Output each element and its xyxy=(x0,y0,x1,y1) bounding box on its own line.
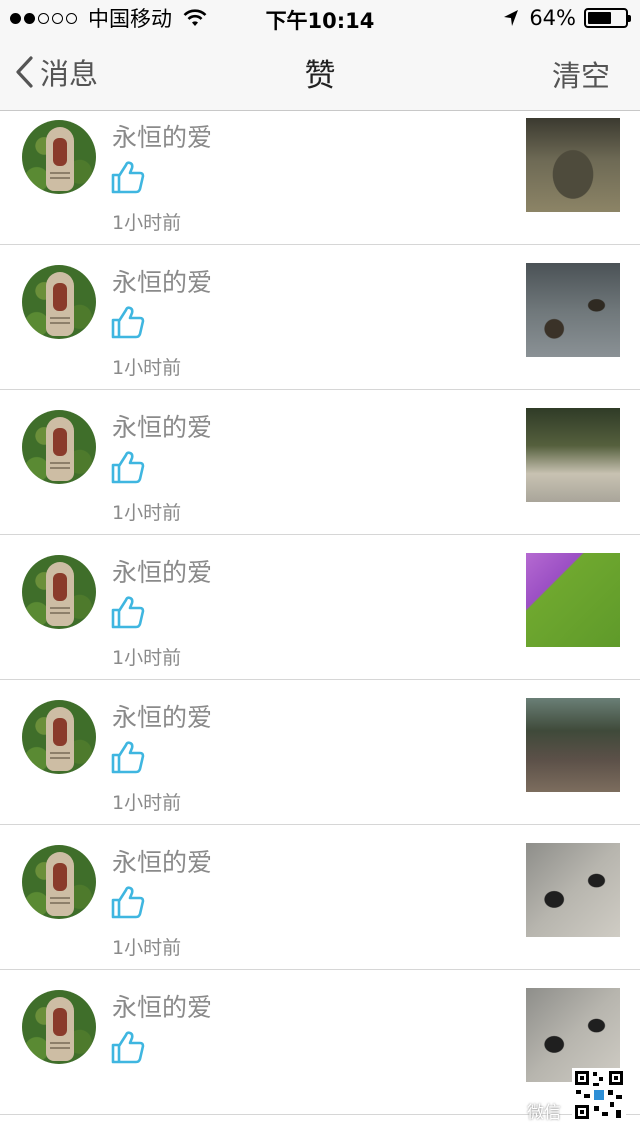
timestamp: 1小时前 xyxy=(112,792,182,814)
avatar-stone-mark xyxy=(53,1008,67,1036)
navigation-bar: 消息 赞 清空 xyxy=(0,36,640,111)
thumbs-up-icon xyxy=(111,1031,145,1064)
timestamp: 1小时前 xyxy=(112,502,182,524)
qr-code-icon xyxy=(572,1068,626,1122)
avatar-stone-mark xyxy=(53,428,67,456)
avatar-stone-line xyxy=(50,752,70,754)
avatar-stone-mark xyxy=(53,718,67,746)
clear-button[interactable]: 清空 xyxy=(552,53,610,95)
avatar[interactable] xyxy=(22,120,96,194)
post-thumbnail[interactable] xyxy=(526,553,620,647)
avatar-stone-line xyxy=(50,322,70,324)
post-thumbnail[interactable] xyxy=(526,843,620,937)
thumbs-up-icon xyxy=(111,161,145,194)
user-name[interactable]: 永恒的爱 xyxy=(112,408,212,444)
post-thumbnail[interactable] xyxy=(526,118,620,212)
list-item[interactable]: 永恒的爱 xyxy=(0,970,640,1115)
post-thumbnail[interactable] xyxy=(526,263,620,357)
avatar[interactable] xyxy=(22,845,96,919)
timestamp: 1小时前 xyxy=(112,357,182,379)
thumbs-up-icon xyxy=(111,596,145,629)
user-name[interactable]: 永恒的爱 xyxy=(112,843,212,879)
avatar[interactable] xyxy=(22,265,96,339)
battery-percent: 64% xyxy=(529,6,576,30)
avatar-stone-line xyxy=(50,467,70,469)
avatar-stone-line xyxy=(50,317,70,319)
back-button[interactable]: 消息 xyxy=(14,54,99,91)
back-label: 消息 xyxy=(40,57,99,91)
avatar-stone-line xyxy=(50,607,70,609)
avatar-stone-mark xyxy=(53,138,67,166)
avatar-stone-line xyxy=(50,897,70,899)
timestamp: 1小时前 xyxy=(112,212,182,234)
avatar-stone-line xyxy=(50,902,70,904)
location-arrow-icon xyxy=(504,10,519,26)
avatar-stone-mark xyxy=(53,863,67,891)
battery-icon xyxy=(584,8,631,28)
user-name[interactable]: 永恒的爱 xyxy=(112,698,212,734)
avatar-stone-line xyxy=(50,757,70,759)
battery-fill xyxy=(588,12,612,24)
thumbs-up-icon xyxy=(111,306,145,339)
list-item[interactable]: 永恒的爱 1小时前 xyxy=(0,825,640,970)
avatar[interactable] xyxy=(22,555,96,629)
post-thumbnail[interactable] xyxy=(526,408,620,502)
chevron-left-icon xyxy=(16,56,33,88)
list-item[interactable]: 永恒的爱 1小时前 xyxy=(0,680,640,825)
list-item[interactable]: 永恒的爱 1小时前 xyxy=(0,100,640,245)
avatar-stone-line xyxy=(50,462,70,464)
timestamp: 1小时前 xyxy=(112,647,182,669)
avatar-stone-line xyxy=(50,612,70,614)
avatar-stone-line xyxy=(50,172,70,174)
avatar[interactable] xyxy=(22,700,96,774)
list-item[interactable]: 永恒的爱 1小时前 xyxy=(0,390,640,535)
timestamp: 1小时前 xyxy=(112,937,182,959)
user-name[interactable]: 永恒的爱 xyxy=(112,988,212,1024)
watermark-label: 微信 xyxy=(527,1103,561,1123)
list-item[interactable]: 永恒的爱 1小时前 xyxy=(0,535,640,680)
thumbs-up-icon xyxy=(111,451,145,484)
avatar-stone-line xyxy=(50,177,70,179)
thumbs-up-icon xyxy=(111,741,145,774)
avatar-stone-line xyxy=(50,1042,70,1044)
avatar-stone-line xyxy=(50,1047,70,1049)
thumbs-up-icon xyxy=(111,886,145,919)
user-name[interactable]: 永恒的爱 xyxy=(112,553,212,589)
post-thumbnail[interactable] xyxy=(526,698,620,792)
status-right: 64% xyxy=(503,5,631,31)
list-item[interactable]: 永恒的爱 1小时前 xyxy=(0,245,640,390)
avatar[interactable] xyxy=(22,990,96,1064)
status-bar: 中国移动 下午10:14 64% xyxy=(0,0,640,36)
avatar-stone-mark xyxy=(53,283,67,311)
avatar[interactable] xyxy=(22,410,96,484)
user-name[interactable]: 永恒的爱 xyxy=(112,263,212,299)
likes-list: 永恒的爱 1小时前 永恒的爱 1小时前 永恒的爱 1小时前 永恒的爱 1小时前 永恒的爱 1小时前… xyxy=(0,0,640,1115)
user-name[interactable]: 永恒的爱 xyxy=(112,118,212,154)
avatar-stone-mark xyxy=(53,573,67,601)
